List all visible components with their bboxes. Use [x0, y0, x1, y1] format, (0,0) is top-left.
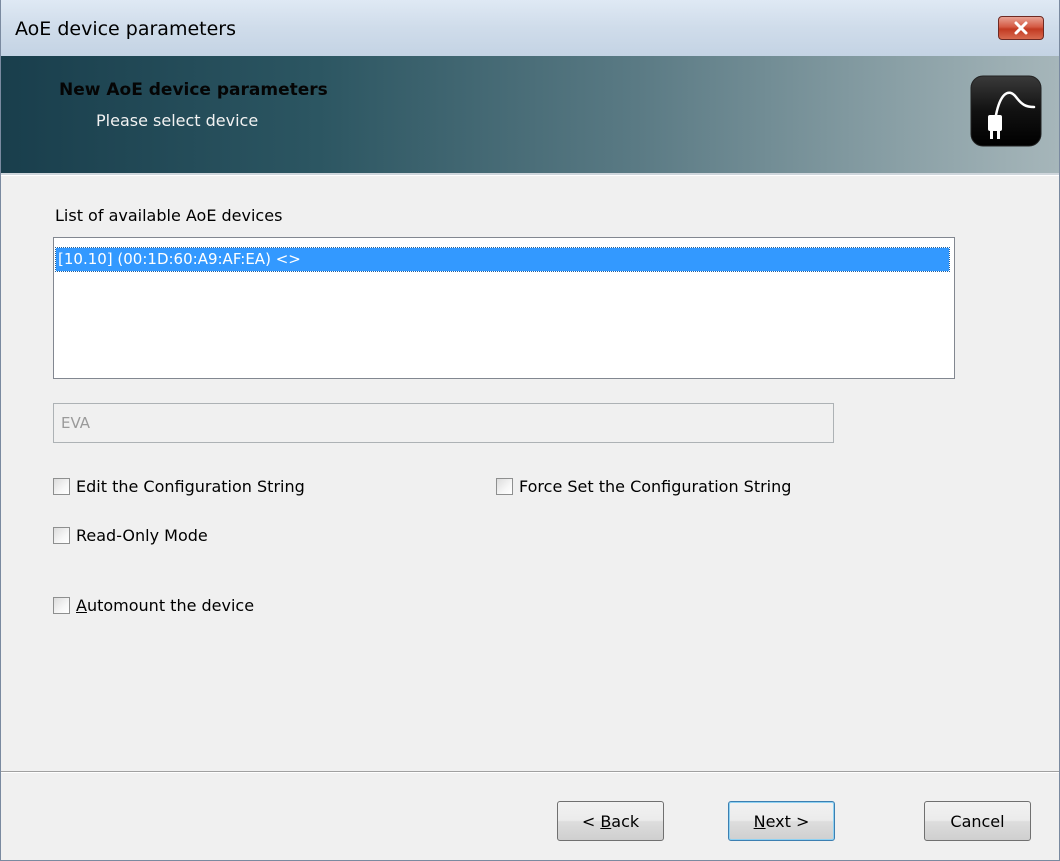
footer-divider	[1, 771, 1059, 773]
force-config-label: Force Set the Configuration String	[519, 477, 792, 496]
checkbox-box[interactable]	[496, 478, 513, 495]
device-listbox[interactable]: [10.10] (00:1D:60:A9:AF:EA) <>	[53, 237, 955, 379]
automount-label-rest: utomount the device	[86, 596, 255, 615]
back-access-key: B	[600, 811, 612, 831]
checkbox-box[interactable]	[53, 597, 70, 614]
edit-config-label: Edit the Configuration String	[76, 477, 305, 496]
read-only-checkbox[interactable]: Read-Only Mode	[53, 526, 208, 545]
checkbox-box[interactable]	[53, 478, 70, 495]
back-button[interactable]: < Back	[557, 801, 664, 841]
dialog-window: AoE device parameters New AoE device par…	[0, 0, 1060, 861]
next-access-key: N	[753, 811, 766, 831]
device-list-label: List of available AoE devices	[55, 206, 283, 225]
automount-label: Automount the device	[76, 596, 254, 615]
read-only-label: Read-Only Mode	[76, 526, 208, 545]
next-label-rest: ext >	[765, 811, 810, 831]
back-label-rest: ack	[611, 811, 640, 831]
cancel-button[interactable]: Cancel	[924, 801, 1031, 841]
device-name-field: EVA	[53, 403, 834, 443]
automount-checkbox[interactable]: Automount the device	[53, 596, 254, 615]
next-button[interactable]: Next >	[728, 801, 835, 841]
wizard-content: List of available AoE devices [10.10] (0…	[1, 0, 1059, 860]
list-item-selected[interactable]: [10.10] (00:1D:60:A9:AF:EA) <>	[55, 247, 950, 272]
back-label-prefix: <	[581, 811, 601, 831]
automount-access-key: A	[76, 596, 87, 615]
force-config-checkbox[interactable]: Force Set the Configuration String	[496, 477, 791, 496]
checkbox-box[interactable]	[53, 527, 70, 544]
edit-config-checkbox[interactable]: Edit the Configuration String	[53, 477, 305, 496]
